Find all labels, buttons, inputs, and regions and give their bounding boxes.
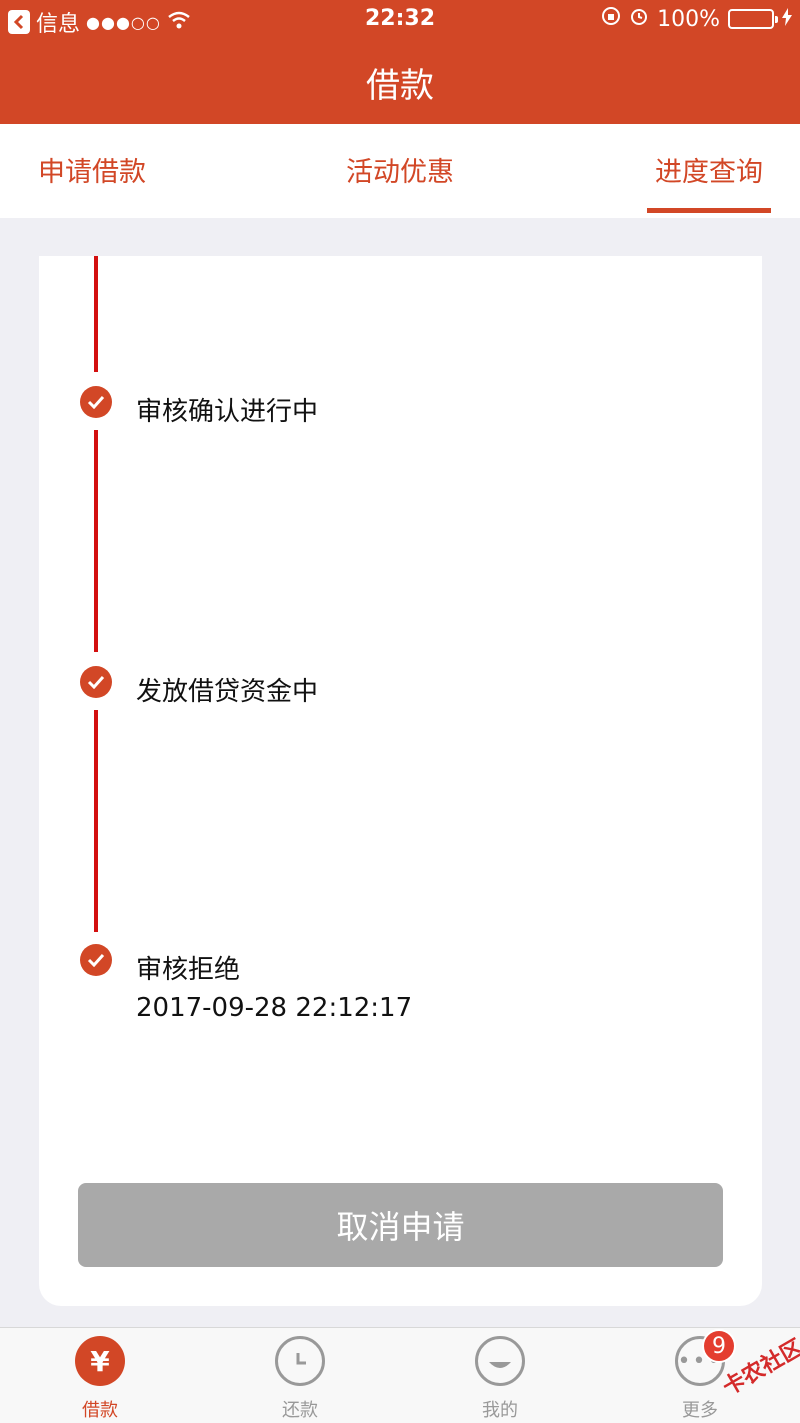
tabbar-label: 借款 <box>82 1400 118 1421</box>
tabbar-label: 我的 <box>482 1400 518 1421</box>
timeline-step-label: 审核拒绝 <box>136 955 241 985</box>
rotation-lock-icon <box>601 6 621 32</box>
check-icon <box>80 386 112 418</box>
clock-icon <box>275 1336 325 1386</box>
status-right: 100% <box>601 6 792 32</box>
charging-icon <box>782 7 792 32</box>
yen-icon: ¥ <box>75 1336 125 1386</box>
tabbar-label: 还款 <box>282 1400 318 1421</box>
tabbar-item-loan[interactable]: ¥ 借款 <box>50 1336 150 1422</box>
active-tab-indicator <box>647 208 771 213</box>
tabbar-item-repay[interactable]: 还款 <box>250 1336 350 1422</box>
status-bar: 信息 ●●●○○ 22:32 100% <box>0 0 800 40</box>
timeline-step-time: 2017-09-28 22:12:17 <box>136 993 413 1023</box>
timeline-line <box>94 430 98 652</box>
check-icon <box>80 666 112 698</box>
timeline-step-label: 发放借贷资金中 <box>136 677 319 707</box>
notification-badge: 9 <box>702 1329 736 1363</box>
progress-card: 审核确认进行中 发放借贷资金中 审核拒绝 2017-09-28 22:12:17… <box>39 256 762 1306</box>
tab-progress-query[interactable]: 进度查询 <box>655 150 763 189</box>
tab-promotions[interactable]: 活动优惠 <box>346 150 454 189</box>
timeline-step-label: 审核确认进行中 <box>136 397 319 427</box>
header: 信息 ●●●○○ 22:32 100% 借款 <box>0 0 800 124</box>
battery-percent: 100% <box>657 6 720 32</box>
tabbar-item-mine[interactable]: 我的 <box>450 1336 550 1422</box>
page-title: 借款 <box>366 66 434 106</box>
timeline-line <box>94 710 98 932</box>
bottom-tab-bar: ¥ 借款 还款 我的 ••• 9 更多 <box>0 1327 800 1423</box>
check-icon <box>80 944 112 976</box>
tabbar-label: 更多 <box>682 1400 718 1421</box>
tab-apply-loan[interactable]: 申请借款 <box>38 150 146 189</box>
alarm-icon <box>629 6 649 32</box>
top-tabs: 申请借款 活动优惠 进度查询 <box>0 124 800 218</box>
cancel-application-button[interactable]: 取消申请 <box>78 1183 723 1267</box>
battery-icon <box>728 9 778 29</box>
smile-icon <box>475 1336 525 1386</box>
timeline-line <box>94 256 98 372</box>
